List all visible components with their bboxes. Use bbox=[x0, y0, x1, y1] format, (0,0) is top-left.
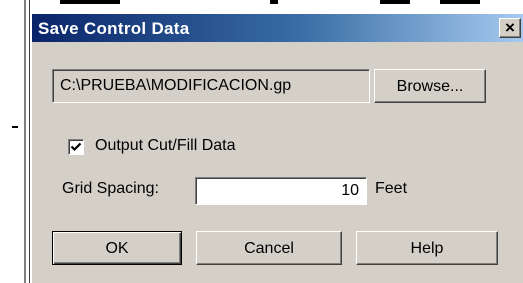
grid-spacing-unit: Feet bbox=[375, 180, 408, 197]
ok-button-label: OK bbox=[105, 240, 129, 257]
checkmark-icon bbox=[70, 142, 82, 152]
grid-spacing-input[interactable]: 10 bbox=[195, 177, 367, 205]
cancel-button[interactable]: Cancel bbox=[196, 231, 342, 265]
cancel-button-label: Cancel bbox=[244, 240, 294, 257]
background-scribble bbox=[60, 0, 120, 4]
background-scribble bbox=[440, 0, 480, 4]
file-path-field[interactable]: C:\PRUEBA\MODIFICACION.gp bbox=[52, 69, 370, 103]
grid-spacing-label: Grid Spacing: bbox=[62, 180, 159, 197]
close-icon: × bbox=[505, 18, 515, 37]
file-path-value: C:\PRUEBA\MODIFICACION.gp bbox=[60, 77, 292, 94]
output-cut-fill-label[interactable]: Output Cut/Fill Data bbox=[95, 137, 236, 155]
ok-button[interactable]: OK bbox=[52, 231, 182, 265]
browse-button-label: Browse... bbox=[396, 78, 464, 95]
background-divider bbox=[24, 0, 26, 283]
close-button[interactable]: × bbox=[499, 18, 521, 38]
save-control-data-dialog: Save Control Data × C:\PRUEBA\MODIFICACI… bbox=[30, 12, 523, 283]
help-button-label: Help bbox=[410, 240, 444, 257]
grid-spacing-value: 10 bbox=[341, 182, 359, 199]
dialog-title: Save Control Data bbox=[38, 19, 190, 38]
browse-button[interactable]: Browse... bbox=[374, 69, 486, 103]
background-dash bbox=[12, 126, 18, 128]
background-scribble bbox=[380, 0, 410, 4]
help-button[interactable]: Help bbox=[356, 231, 498, 265]
output-cut-fill-checkbox[interactable] bbox=[68, 139, 84, 155]
title-bar[interactable]: Save Control Data × bbox=[32, 14, 523, 42]
background-scribble bbox=[270, 0, 278, 4]
